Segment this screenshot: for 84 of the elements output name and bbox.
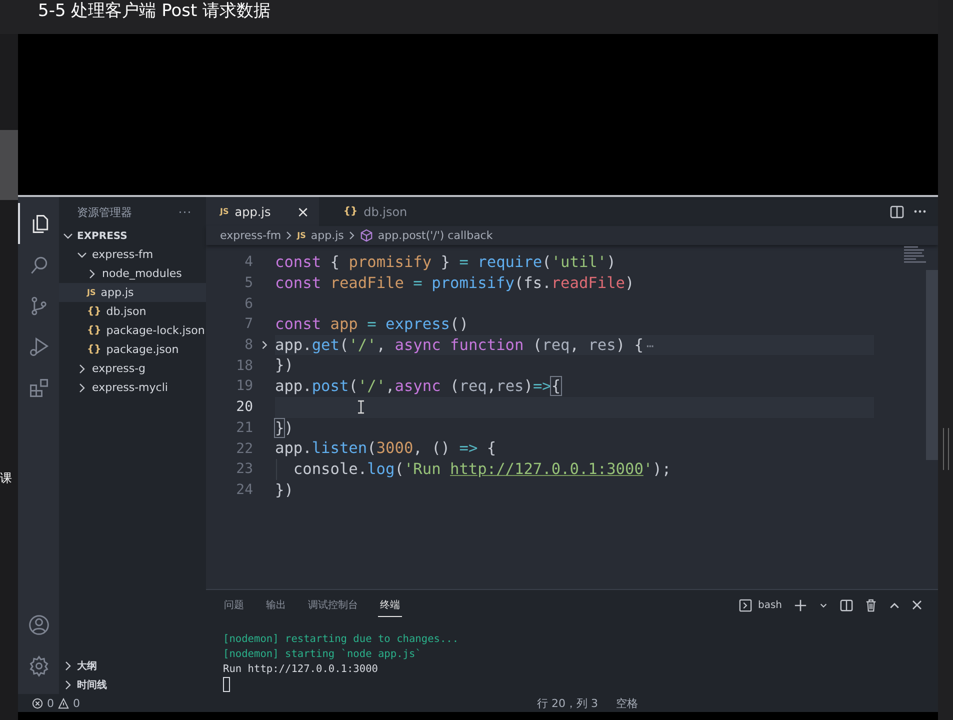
code-line: const app = express() [275,314,470,335]
breadcrumb-item[interactable]: app.js [310,229,344,242]
panel-tab[interactable]: 输出 [264,594,288,616]
tree-item[interactable]: express-fm [59,245,206,264]
line-number: 4 [244,254,253,270]
editor-tab[interactable]: JS app.js × [206,197,320,226]
section-header[interactable]: EXPRESS [59,227,206,245]
scrollbar-thumb[interactable] [943,428,949,470]
line-number: 18 [235,358,253,374]
code-line: }) [275,355,294,376]
code-line: app.post('/',async (req,res)=>{ [275,376,562,397]
json-file-icon: {} [343,206,358,217]
tree-item[interactable]: {} package-lock.json [59,321,206,340]
scrollbar-thumb[interactable] [926,270,938,460]
section-header[interactable]: 时间线 [59,675,206,694]
tree-item[interactable]: express-mycli [59,378,206,397]
json-file-icon: {} [87,306,102,317]
cube-icon [360,229,373,242]
terminal-line: Run http://127.0.0.1:3000 [223,662,379,677]
edge-text: 课 [0,470,13,487]
chevron-icon [348,231,355,240]
terminal-selector[interactable]: bash [758,600,782,610]
section-header[interactable]: 大纲 [59,656,206,675]
js-file-icon: JS [220,207,229,216]
line-number: 5 [244,275,253,292]
indentation-setting[interactable]: 空格 [616,696,638,710]
tree-item[interactable]: {} package.json [59,340,206,359]
json-file-icon: {} [87,344,102,355]
line-number: 23 [235,461,253,478]
terminal-line: [nodemon] restarting due to changes... [223,632,460,647]
chevron-icon [286,231,292,240]
close-icon[interactable] [912,600,922,610]
terminal-line: [nodemon] starting `node app.js` [223,647,422,662]
tree-item[interactable]: JS app.js [59,283,206,302]
line-number: 22 [235,440,253,457]
terminal-cursor [223,677,230,692]
line-number: 20 [235,399,253,416]
code-line: console.log('Run http://127.0.0.1:3000'); [275,458,874,480]
text-cursor-icon [357,400,365,414]
trash-icon[interactable] [865,598,877,612]
line-number: 21 [235,420,253,436]
panel-tab[interactable]: 问题 [222,594,246,616]
warning-icon [58,698,69,708]
tab-label: app.js [234,204,271,218]
plus-icon[interactable] [794,598,807,612]
error-icon [32,698,43,708]
explorer-title: 资源管理器 [77,204,132,220]
code-line: const { promisify } = require('util') [275,252,617,273]
js-file-icon: JS [297,231,306,240]
tree-item[interactable]: {} db.json [59,302,206,321]
more-actions-icon[interactable] [914,210,926,213]
json-file-icon: {} [87,325,102,336]
breadcrumb-item[interactable]: app.post('/') callback [378,229,493,242]
line-number: 24 [235,482,253,498]
side-panel [0,130,18,200]
editor-tab[interactable]: {} db.json [329,197,430,226]
more-actions-button[interactable]: ··· [178,206,192,218]
line-number: 7 [244,316,253,332]
fold-chevron-icon[interactable] [260,340,268,350]
js-file-icon: JS [87,288,96,297]
code-line: }) [275,480,294,500]
lesson-title: 5-5 处理客户端 Post 请求数据 [38,0,271,22]
panel-tab[interactable]: 调试控制台 [306,594,360,616]
tab-label: db.json [364,204,408,218]
code-line: const readFile = promisify(fs.readFile) [275,272,636,294]
minimap-drawing [904,246,926,263]
line-number: 8 [244,337,253,354]
panel-tab[interactable]: 终端 [378,594,402,616]
code-line: }) [275,418,294,438]
breadcrumb-item[interactable]: express-fm [220,229,282,242]
line-number: 6 [244,296,253,312]
tree-item[interactable]: node_modules [59,264,206,283]
error-count: 0 [47,696,54,710]
line-number: 19 [235,378,253,394]
tree-item[interactable]: express-g [59,359,206,378]
split-editor-icon[interactable] [890,204,904,218]
cursor-position[interactable]: 行 20，列 3 [537,696,598,710]
close-tab-button[interactable]: × [276,202,310,220]
split-terminal-icon[interactable] [840,598,853,612]
settings-icon[interactable] [28,654,50,676]
account-icon[interactable] [28,614,50,636]
terminal-icon [738,598,752,612]
code-line: app.listen(3000, () => { [275,438,498,459]
warning-count: 0 [73,696,80,710]
